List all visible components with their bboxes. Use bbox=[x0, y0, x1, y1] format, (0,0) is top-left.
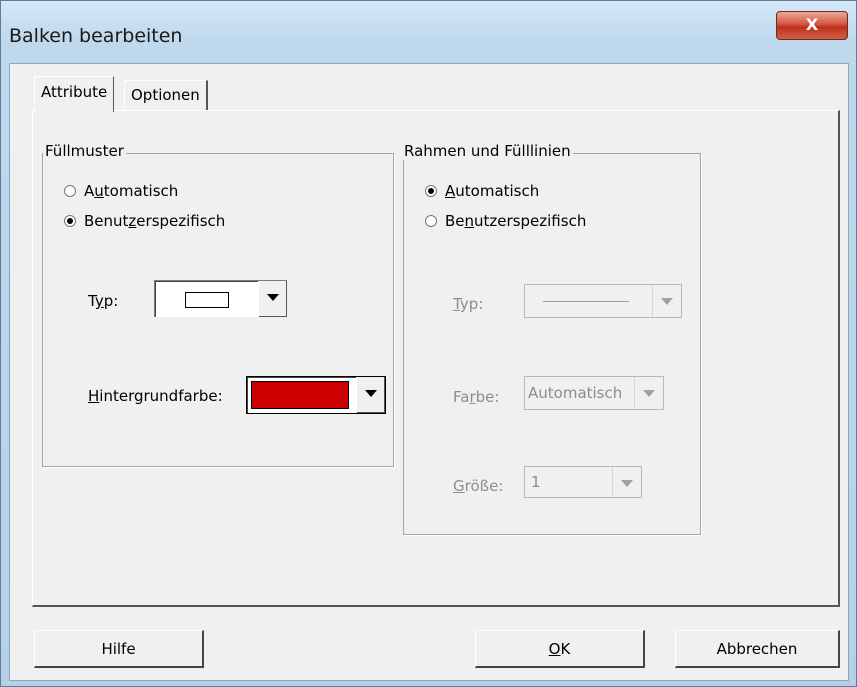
border-type-label: Typ: bbox=[453, 295, 484, 313]
chevron-down-icon[interactable] bbox=[652, 285, 681, 317]
border-custom-radio[interactable]: Benutzerspezifisch bbox=[425, 212, 586, 230]
bgcolor-dropdown[interactable] bbox=[246, 376, 386, 414]
fill-type-label: Typ: bbox=[88, 292, 119, 310]
chevron-down-icon[interactable] bbox=[612, 467, 641, 497]
border-color-value: Automatisch bbox=[528, 384, 623, 402]
chevron-down-icon[interactable] bbox=[356, 377, 385, 413]
title-bar[interactable]: Balken bearbeiten X bbox=[1, 1, 856, 63]
fill-auto-radio[interactable]: Automatisch bbox=[64, 182, 178, 200]
ok-button[interactable]: OK bbox=[475, 630, 645, 668]
border-lines-group: Rahmen und Fülllinien Automatisch Benutz… bbox=[402, 142, 701, 535]
border-type-dropdown[interactable] bbox=[524, 284, 682, 318]
cancel-button[interactable]: Abbrechen bbox=[675, 630, 840, 668]
fill-pattern-legend: Füllmuster bbox=[43, 142, 126, 160]
border-color-dropdown[interactable]: Automatisch bbox=[524, 376, 664, 410]
border-size-label: Größe: bbox=[453, 477, 504, 495]
radio-indicator bbox=[64, 185, 76, 197]
border-size-value: 1 bbox=[531, 473, 541, 491]
tab-attribute[interactable]: Attribute bbox=[34, 76, 115, 112]
color-swatch bbox=[251, 381, 349, 409]
radio-indicator bbox=[425, 215, 437, 227]
dialog-client: Attribute Optionen Füllmuster Automatisc… bbox=[9, 63, 849, 681]
border-lines-legend: Rahmen und Fülllinien bbox=[402, 142, 573, 160]
window-title: Balken bearbeiten bbox=[9, 25, 183, 47]
radio-indicator bbox=[64, 215, 76, 227]
fill-pattern-group: Füllmuster Automatisch Benutzerspezifisc… bbox=[42, 142, 394, 467]
line-sample bbox=[543, 301, 629, 302]
border-color-label: Farbe: bbox=[453, 388, 500, 406]
chevron-down-icon[interactable] bbox=[258, 281, 287, 317]
help-button[interactable]: Hilfe bbox=[34, 630, 204, 668]
dialog-window: Balken bearbeiten X Attribute Optionen F… bbox=[0, 0, 857, 687]
chevron-down-icon[interactable] bbox=[634, 377, 663, 409]
fill-type-dropdown[interactable] bbox=[154, 280, 287, 317]
radio-indicator bbox=[425, 185, 437, 197]
fill-pattern-swatch bbox=[185, 292, 229, 308]
bgcolor-label: Hintergrundfarbe: bbox=[88, 387, 223, 405]
border-size-dropdown[interactable]: 1 bbox=[524, 466, 642, 498]
close-button[interactable]: X bbox=[776, 11, 848, 40]
tab-optionen[interactable]: Optionen bbox=[124, 80, 208, 110]
fill-custom-radio[interactable]: Benutzerspezifisch bbox=[64, 212, 225, 230]
tab-panel: Füllmuster Automatisch Benutzerspezifisc… bbox=[32, 110, 840, 607]
border-auto-radio[interactable]: Automatisch bbox=[425, 182, 539, 200]
